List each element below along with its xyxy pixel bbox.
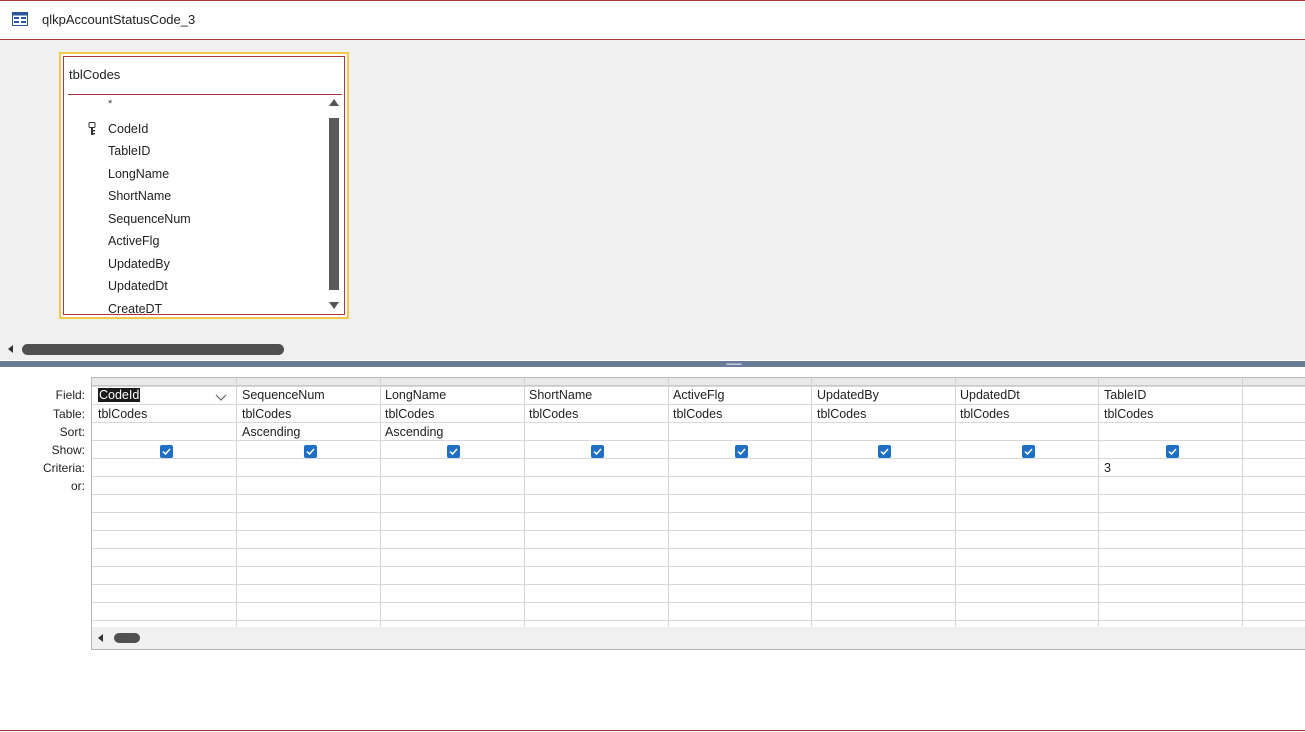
- field-cell[interactable]: ActiveFlg: [673, 388, 724, 402]
- row-label-table: Table:: [52, 407, 85, 421]
- field-item-createdt[interactable]: CreateDT: [108, 302, 162, 316]
- field-item-all[interactable]: *: [108, 98, 112, 110]
- show-checkbox[interactable]: [304, 445, 317, 458]
- field-item-updatedby[interactable]: UpdatedBy: [108, 257, 170, 271]
- field-cell[interactable]: TableID: [1104, 388, 1146, 402]
- checkmark-icon: [880, 448, 889, 455]
- show-checkbox[interactable]: [1166, 445, 1179, 458]
- show-checkbox[interactable]: [591, 445, 604, 458]
- grid-column-line: [811, 378, 812, 626]
- grid-row-line: [92, 512, 1305, 513]
- grid-hscroll-thumb[interactable]: [114, 633, 140, 643]
- window-bottom-border: [0, 730, 1305, 731]
- grid-row-line: [92, 404, 1305, 405]
- show-checkbox[interactable]: [735, 445, 748, 458]
- table-pane[interactable]: tblCodes * CodeId TableID LongName Short…: [0, 40, 1305, 340]
- grid-column-line: [380, 378, 381, 626]
- column-selector-bar[interactable]: [92, 378, 1305, 386]
- grid-column-line: [236, 378, 237, 626]
- checkmark-icon: [449, 448, 458, 455]
- table-cell[interactable]: tblCodes: [1104, 407, 1153, 421]
- scroll-down-arrow-icon[interactable]: [329, 302, 339, 309]
- grid-row-line: [92, 602, 1305, 603]
- field-item-codeid[interactable]: CodeId: [108, 122, 148, 136]
- field-list-title[interactable]: tblCodes: [69, 67, 120, 82]
- field-cell[interactable]: SequenceNum: [242, 388, 325, 402]
- grid-row-line: [92, 530, 1305, 531]
- checkmark-icon: [1168, 448, 1177, 455]
- sort-cell[interactable]: Ascending: [385, 425, 443, 439]
- field-item-activeflg[interactable]: ActiveFlg: [108, 234, 159, 248]
- grid-row-line: [92, 422, 1305, 423]
- grid-column-line: [1098, 378, 1099, 626]
- grid-column-line: [1242, 378, 1243, 626]
- checkmark-icon: [162, 448, 171, 455]
- field-cell[interactable]: UpdatedDt: [960, 388, 1020, 402]
- checkmark-icon: [306, 448, 315, 455]
- show-checkbox[interactable]: [160, 445, 173, 458]
- table-cell[interactable]: tblCodes: [817, 407, 866, 421]
- show-checkbox[interactable]: [878, 445, 891, 458]
- row-label-sort: Sort:: [59, 425, 85, 439]
- row-label-criteria: Criteria:: [42, 461, 85, 475]
- grid-row-line: [92, 458, 1305, 459]
- field-item-longname[interactable]: LongName: [108, 167, 169, 181]
- field-item-tableid[interactable]: TableID: [108, 144, 150, 158]
- field-cell[interactable]: LongName: [385, 388, 446, 402]
- query-design-grid[interactable]: CodeId tblCodes SequenceNum tblCodes Asc…: [91, 377, 1305, 650]
- grid-row-line: [92, 440, 1305, 441]
- sort-cell[interactable]: Ascending: [242, 425, 300, 439]
- query-design-icon: [12, 12, 28, 26]
- field-cell-text: CodeId: [98, 388, 141, 402]
- scroll-thumb[interactable]: [329, 118, 339, 290]
- field-item-shortname[interactable]: ShortName: [108, 189, 171, 203]
- field-list-frame: tblCodes * CodeId TableID LongName Short…: [63, 56, 345, 316]
- row-label-field: Field:: [55, 388, 85, 402]
- table-cell[interactable]: tblCodes: [242, 407, 291, 421]
- grid-row-line: [92, 386, 1305, 387]
- grid-hscrollbar[interactable]: [92, 627, 1305, 649]
- hscroll-thumb[interactable]: [22, 344, 284, 355]
- grid-column-line: [668, 378, 669, 626]
- field-cell[interactable]: CodeId: [98, 388, 141, 402]
- field-cell[interactable]: ShortName: [529, 388, 592, 402]
- grid-row-line: [92, 584, 1305, 585]
- criteria-cell[interactable]: 3: [1104, 461, 1111, 475]
- scroll-up-arrow-icon[interactable]: [329, 99, 339, 106]
- table-cell[interactable]: tblCodes: [385, 407, 434, 421]
- checkmark-icon: [1024, 448, 1033, 455]
- checkmark-icon: [737, 448, 746, 455]
- row-label-or: or:: [70, 479, 85, 493]
- query-title: qlkpAccountStatusCode_3: [42, 12, 196, 27]
- scroll-left-arrow-icon[interactable]: [8, 345, 13, 353]
- field-item-updateddt[interactable]: UpdatedDt: [108, 279, 168, 293]
- show-checkbox[interactable]: [447, 445, 460, 458]
- grid-row-line: [92, 494, 1305, 495]
- field-list-scrollbar[interactable]: [328, 97, 340, 311]
- table-cell[interactable]: tblCodes: [98, 407, 147, 421]
- grid-column-line: [524, 378, 525, 626]
- grid-column-line: [955, 378, 956, 626]
- grid-row-line: [92, 548, 1305, 549]
- query-tab[interactable]: qlkpAccountStatusCode_3: [0, 1, 1305, 40]
- primary-key-icon: [88, 122, 96, 135]
- design-grid-pane: Field: Table: Sort: Show: Criteria: or: …: [0, 367, 1305, 730]
- row-label-show: Show:: [51, 443, 85, 457]
- grid-row-line: [92, 566, 1305, 567]
- table-cell[interactable]: tblCodes: [529, 407, 578, 421]
- grid-row-line: [92, 476, 1305, 477]
- field-item-sequencenum[interactable]: SequenceNum: [108, 212, 191, 226]
- checkmark-icon: [593, 448, 602, 455]
- field-list-tblcodes[interactable]: tblCodes * CodeId TableID LongName Short…: [59, 52, 349, 319]
- table-pane-hscrollbar[interactable]: [0, 340, 1305, 360]
- scroll-left-arrow-icon[interactable]: [98, 634, 103, 642]
- table-cell[interactable]: tblCodes: [673, 407, 722, 421]
- field-list-divider: [68, 94, 342, 95]
- table-cell[interactable]: tblCodes: [960, 407, 1009, 421]
- grid-row-line: [92, 620, 1305, 621]
- show-checkbox[interactable]: [1022, 445, 1035, 458]
- field-cell[interactable]: UpdatedBy: [817, 388, 879, 402]
